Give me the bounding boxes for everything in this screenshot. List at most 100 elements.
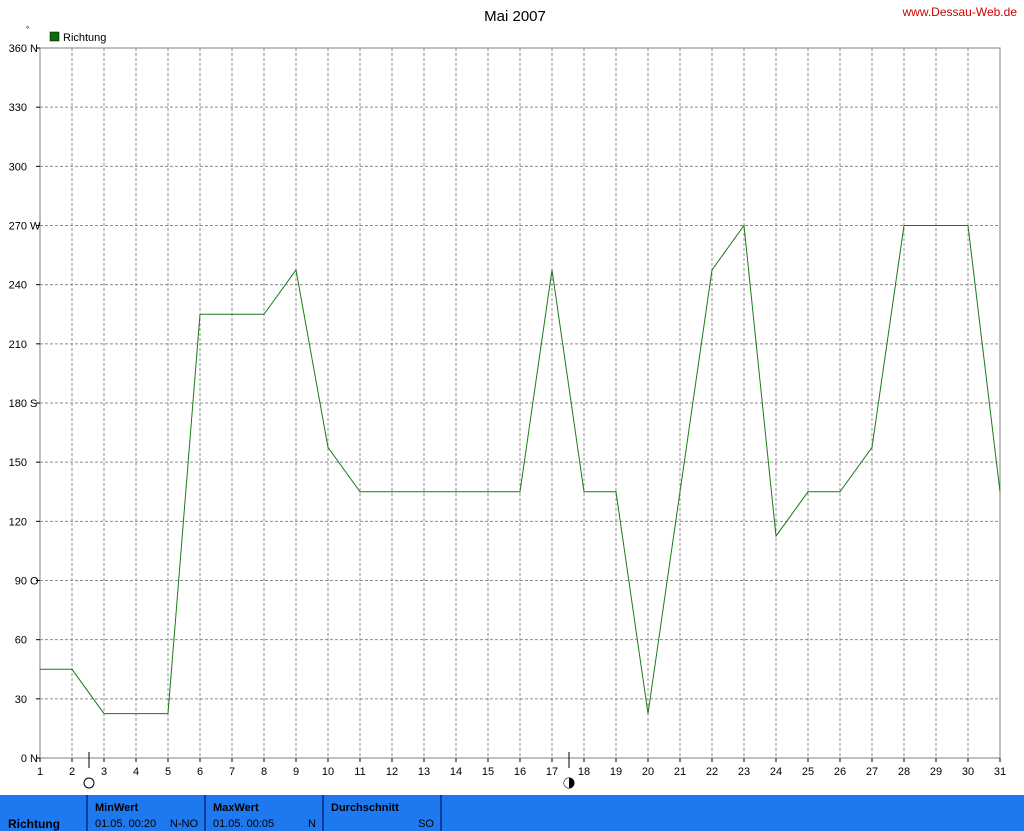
data-point [487,491,489,493]
x-tick-label: 22 [706,766,718,778]
x-tick-label: 5 [165,766,171,778]
y-tick-direction: W [30,221,41,233]
data-point [551,269,553,271]
average-value: SO [418,818,434,830]
data-point [871,446,873,448]
x-tick-label: 10 [322,766,334,778]
data-point [615,491,617,493]
x-tick-label: 28 [898,766,910,778]
x-tick-label: 15 [482,766,494,778]
x-tick-label: 31 [994,766,1006,778]
x-tick-label: 6 [197,766,203,778]
data-point [327,446,329,448]
y-tick-label: 90 [15,576,27,588]
data-point [519,491,521,493]
min-value-time: 01.05. 00:20 [95,818,157,830]
y-tick-label: 240 [9,280,27,292]
data-point [903,225,905,226]
x-tick-label: 12 [386,766,398,778]
data-point [711,269,713,271]
max-value-cell: MaxWert 01.05. 00:05 N [206,795,324,831]
x-tick-label: 26 [834,766,846,778]
data-point [679,491,681,493]
data-point [359,491,361,493]
new-moon-icon [563,777,575,789]
y-tick-label: 120 [9,516,27,528]
y-tick-label: 30 [15,694,27,706]
y-tick-label: 150 [9,457,27,469]
data-point [295,269,297,271]
y-tick-direction: S [30,398,37,410]
data-point [103,713,105,715]
data-point [135,713,137,715]
y-tick-label: 210 [9,339,27,351]
chart-title: Mai 2007 [484,8,546,25]
wind-direction-chart: Mai 2007 www.Dessau-Web.de ° Richtung 0N… [9,5,1018,789]
x-tick-label: 27 [866,766,878,778]
x-tick-label: 13 [418,766,430,778]
data-point [455,491,457,493]
full-moon-icon [83,777,95,789]
y-tick-label: 360 [9,43,27,55]
data-point [743,225,745,226]
data-point [391,491,393,493]
x-axis: 1 2 3 4 5 6 7 8 9 10 11 12 13 14 15 16 17 18 19 20 21 22 23 24 2… [37,758,1006,778]
x-tick-label: 25 [802,766,814,778]
data-point [263,313,265,315]
data-point [423,491,425,493]
data-point [935,225,937,226]
data-point [647,713,649,715]
x-tick-label: 9 [293,766,299,778]
legend-label: Richtung [63,32,106,44]
data-point [39,668,41,670]
legend-swatch [49,31,60,42]
data-point [807,491,809,493]
y-tick-direction: N [30,43,38,55]
min-value-header: MinWert [95,802,139,814]
x-tick-label: 14 [450,766,462,778]
min-value-cell: MinWert 01.05. 00:20 N-NO [88,795,206,831]
data-point [71,668,73,670]
data-point [775,535,777,537]
min-value-direction: N-NO [169,818,198,830]
data-point [231,313,233,315]
max-value-time: 01.05. 00:05 [213,818,275,830]
y-tick-label: 330 [9,102,27,114]
x-tick-label: 24 [770,766,782,778]
y-tick-direction: N [30,753,38,765]
x-tick-label: 8 [261,766,267,778]
x-tick-label: 4 [133,766,139,778]
x-tick-label: 30 [962,766,974,778]
x-tick-label: 3 [101,766,107,778]
y-tick-label: 270 [9,221,27,233]
x-tick-label: 7 [229,766,235,778]
x-tick-label: 11 [354,766,365,778]
max-value-header: MaxWert [213,802,259,814]
y-tick-label: 0 [21,753,27,765]
max-value-direction: N [308,818,316,830]
x-tick-label: 18 [578,766,590,778]
x-tick-label: 20 [642,766,654,778]
stats-row-header: Richtung [0,795,88,831]
y-tick-label: 300 [9,161,27,173]
statistics-bar: Richtung MinWert 01.05. 00:20 N-NO MaxWe… [0,795,1024,831]
degree-unit-mark: ° [26,25,29,34]
site-url-link[interactable]: www.Dessau-Web.de [902,5,1018,19]
average-header: Durchschnitt [331,802,399,814]
data-point [967,225,969,226]
x-tick-label: 29 [930,766,942,778]
data-point [583,491,585,493]
y-tick-direction: O [30,576,39,588]
x-tick-label: 2 [69,766,75,778]
x-tick-label: 16 [514,766,526,778]
stats-row-label: Richtung [8,817,60,831]
x-tick-label: 23 [738,766,750,778]
y-tick-label: 60 [15,635,27,647]
y-tick-label: 180 [9,398,27,410]
average-cell: Durchschnitt SO [324,795,442,831]
data-point [999,491,1001,493]
x-tick-label: 21 [674,766,686,778]
x-tick-label: 19 [610,766,622,778]
data-point [199,313,201,315]
y-axis: 0 N306090 O120150180 S210240270 W300330360 N [9,43,41,765]
